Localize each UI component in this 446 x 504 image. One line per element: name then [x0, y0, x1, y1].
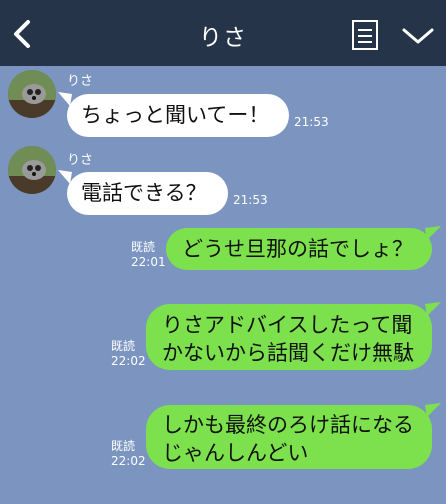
message-bubble[interactable]: りさアドバイスしたって聞 かないから話聞くだけ無駄 — [146, 304, 432, 370]
avatar[interactable] — [8, 70, 56, 118]
read-receipt: 既読 — [131, 240, 156, 254]
message-time: 22:02 — [111, 454, 146, 468]
read-receipt: 既読 — [111, 339, 136, 353]
message-line: じゃんしんどい — [162, 441, 309, 465]
message-bubble[interactable]: しかも最終のろけ話になる じゃんしんどい — [146, 405, 432, 469]
bubble-tail — [425, 403, 441, 417]
message-line: どうせ旦那の話でしょ？ — [182, 237, 413, 261]
read-receipt: 既読 — [111, 439, 136, 453]
message-time: 21:53 — [294, 115, 329, 129]
avatar[interactable] — [8, 146, 56, 194]
message-line: しかも最終のろけ話になる — [162, 413, 414, 437]
message-line: りさアドバイスしたって聞 — [162, 313, 413, 337]
bubble-tail — [425, 302, 441, 316]
message-meta: 既読 22:01 — [131, 240, 166, 270]
notes-icon[interactable] — [350, 18, 380, 52]
message-meta: 既読 22:02 — [111, 339, 146, 369]
sender-name: りさ — [67, 153, 94, 168]
bubble-tail — [425, 226, 441, 240]
message-line: ちょっと聞いてー！ — [81, 103, 270, 127]
sender-name: りさ — [67, 74, 94, 89]
chevron-down-icon[interactable] — [400, 24, 436, 48]
message-time: 22:01 — [131, 255, 166, 269]
message-line: かないから話聞くだけ無駄 — [162, 341, 414, 365]
message-bubble[interactable]: ちょっと聞いてー！ — [67, 94, 289, 137]
message-meta: 既読 22:02 — [111, 439, 146, 469]
message-bubble[interactable]: 電話できる？ — [67, 172, 228, 215]
message-line: 電話できる？ — [81, 181, 207, 205]
chat-header: りさ — [0, 0, 446, 66]
message-bubble[interactable]: どうせ旦那の話でしょ？ — [166, 228, 432, 270]
message-time: 22:02 — [111, 354, 146, 368]
message-time: 21:53 — [233, 193, 268, 207]
